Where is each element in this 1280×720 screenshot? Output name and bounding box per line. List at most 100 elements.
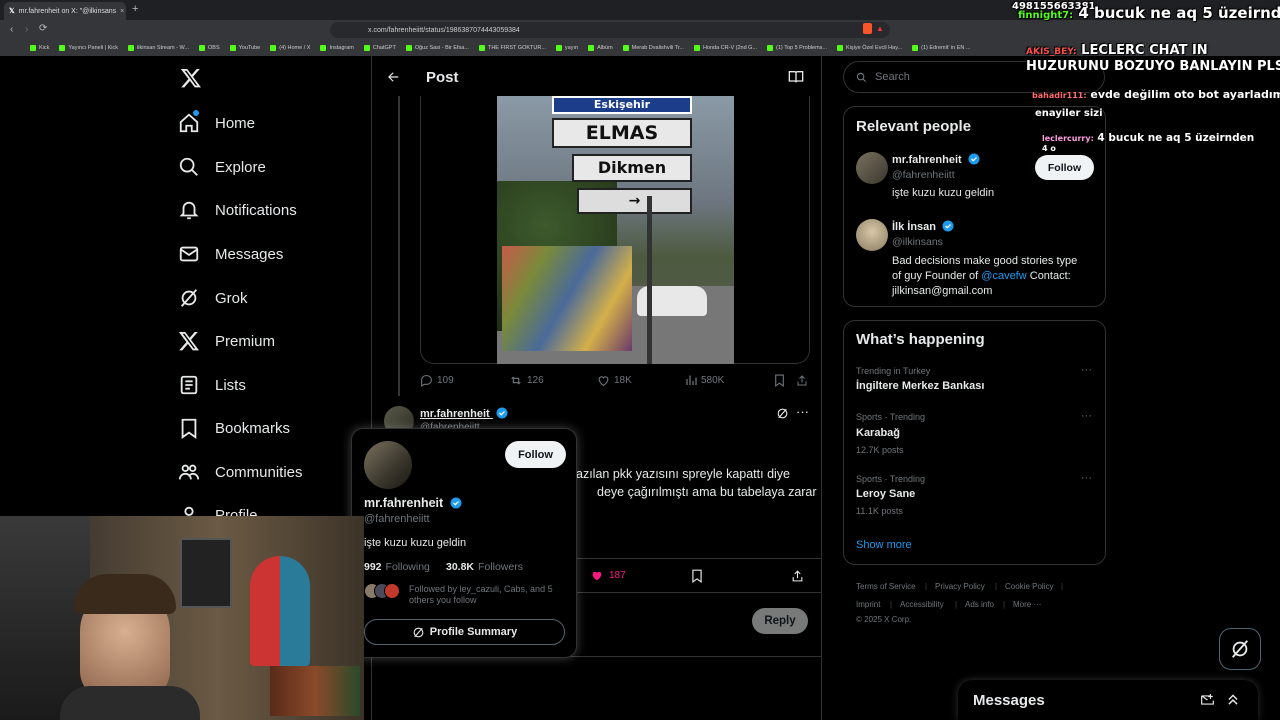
relevant-people-title: Relevant people: [856, 118, 972, 135]
nav-item-bookmarks[interactable]: Bookmarks: [178, 413, 290, 443]
nav-item-messages[interactable]: Messages: [178, 239, 283, 269]
reply-bookmark-icon[interactable]: [691, 569, 703, 583]
footer-link[interactable]: More ···: [1013, 600, 1041, 609]
reload-icon[interactable]: ⟳: [39, 23, 47, 34]
bio-text: of guy Founder of: [892, 270, 982, 282]
rewards-icon[interactable]: ▲: [876, 24, 884, 33]
bookmark-item[interactable]: (1) Top 5 Problems...: [767, 45, 827, 51]
following-stat[interactable]: 992 Following: [364, 561, 430, 573]
followers-stat[interactable]: 30.8K Followers: [446, 561, 523, 573]
bio-email: jilkinsan@gmail.com: [892, 285, 993, 297]
trend-more-icon[interactable]: ···: [1081, 472, 1092, 484]
footer-link[interactable]: Ads info: [965, 600, 994, 609]
grok-fab-button[interactable]: [1219, 628, 1261, 670]
bookmark-item[interactable]: Honda CR-V (2nd G...: [693, 45, 757, 51]
trend-more-icon[interactable]: ···: [1081, 364, 1092, 376]
followed-by-text[interactable]: Followed by ley_cazuli, Cabs, and 5 othe…: [409, 584, 569, 606]
like-count[interactable]: 18K: [597, 374, 632, 387]
nav-item-grok[interactable]: Grok: [178, 283, 248, 313]
person-handle[interactable]: @ilkinsans: [892, 236, 943, 248]
grok-explain-icon[interactable]: [776, 407, 789, 420]
bookmark-item[interactable]: yayın: [555, 45, 578, 51]
bookmark-item[interactable]: Kişiye Özel Evcil Hay...: [837, 45, 902, 51]
bookmark-item[interactable]: Albüm: [588, 45, 613, 51]
nav-item-label: Lists: [215, 376, 246, 394]
hovercard-name[interactable]: mr.fahrenheit: [364, 496, 462, 510]
profile-summary-button[interactable]: Profile Summary: [364, 619, 565, 645]
footer-link[interactable]: Terms of Service: [856, 582, 916, 591]
bookmark-icon: [181, 418, 197, 439]
new-message-icon[interactable]: [1200, 693, 1215, 707]
bookmark-item[interactable]: Instagram: [320, 45, 354, 51]
bookmark-label: Instagram: [329, 45, 354, 51]
trend-context: Sports · Trending: [856, 474, 926, 484]
expand-icon[interactable]: [1226, 692, 1240, 707]
footer-link[interactable]: Privacy Policy: [935, 582, 985, 591]
reply-share-icon[interactable]: [791, 569, 804, 583]
bookmark-item[interactable]: Kick: [30, 45, 49, 51]
reader-view-icon[interactable]: [788, 70, 804, 84]
footer-link[interactable]: Accessibility: [900, 600, 944, 609]
nav-item-home[interactable]: Home: [178, 108, 255, 138]
bookmark-favicon-icon: [693, 45, 700, 51]
reply-like-count[interactable]: 187: [590, 569, 626, 582]
hovercard-avatar[interactable]: [364, 441, 412, 489]
bookmark-item[interactable]: (1) Edremit' in EN ...: [912, 45, 970, 51]
trend-more-icon[interactable]: ···: [1081, 410, 1092, 422]
bookmark-item[interactable]: Oğuz Sasi - Bir Efsa...: [405, 45, 469, 51]
bookmark-item[interactable]: THE FIRST GOKTUR...: [478, 45, 546, 51]
nav-item-lists[interactable]: Lists: [178, 370, 246, 400]
bookmark-item[interactable]: ChatGPT: [363, 45, 396, 51]
forward-icon[interactable]: ›: [25, 24, 28, 35]
view-count[interactable]: 580K: [685, 374, 724, 386]
footer-link[interactable]: Cookie Policy: [1005, 582, 1053, 591]
bookmark-item[interactable]: Merab Dvalishvili Tr...: [622, 45, 684, 51]
show-more-link[interactable]: Show more: [856, 539, 912, 551]
trend-name: Karabağ: [856, 427, 901, 439]
chat-username: leclercurry:: [1042, 134, 1094, 143]
x-logo-icon[interactable]: [180, 67, 202, 89]
bookmark-favicon-icon: [229, 45, 236, 51]
person-name[interactable]: İlk İnsan: [892, 220, 954, 233]
url-field[interactable]: x.com/fahrenheiitt/status/19863870744430…: [330, 22, 890, 38]
brave-shield-icon[interactable]: [863, 23, 872, 34]
verified-badge-icon: [496, 407, 508, 419]
bookmark-item[interactable]: YouTube: [229, 45, 261, 51]
bookmark-icon[interactable]: [774, 374, 785, 387]
browser-tab[interactable]: 𝕏 mr.fahrenheit on X: "@ilkinsans ×: [4, 2, 126, 20]
nav-item-explore[interactable]: Explore: [178, 152, 266, 182]
repost-count[interactable]: 126: [509, 374, 544, 387]
back-arrow-icon[interactable]: [386, 70, 400, 84]
person-name[interactable]: mr.fahrenheit: [892, 153, 980, 166]
whats-happening-title: What’s happening: [856, 331, 985, 348]
bookmark-label: (1) Edremit' in EN ...: [921, 45, 971, 51]
person-handle[interactable]: @fahrenheiitt: [892, 169, 955, 181]
x-icon: [178, 332, 199, 351]
follow-button[interactable]: Follow: [1035, 155, 1094, 180]
reply-count[interactable]: 109: [420, 374, 454, 387]
hovercard-handle[interactable]: @fahrenheiitt: [364, 513, 430, 525]
nav-item-premium[interactable]: Premium: [178, 326, 275, 356]
bio-link[interactable]: @cavefw: [981, 270, 1026, 282]
new-tab-button[interactable]: +: [132, 3, 138, 15]
bookmark-item[interactable]: (4) Home / X: [270, 45, 310, 51]
bookmark-label: YouTube: [238, 45, 261, 51]
follow-button[interactable]: Follow: [505, 441, 566, 468]
footer-link[interactable]: Imprint: [856, 600, 880, 609]
person-avatar[interactable]: [856, 219, 888, 251]
post-image[interactable]: Eskişehir ELMAS Dikmen →: [497, 96, 734, 364]
bookmark-item[interactable]: Yayıncı Paneli | Kick: [59, 45, 118, 51]
bookmark-item[interactable]: ilkinsan Stream - W...: [128, 45, 189, 51]
back-icon[interactable]: ‹: [10, 24, 13, 35]
tab-close-button[interactable]: ×: [120, 8, 124, 15]
person-avatar[interactable]: [856, 152, 888, 184]
more-options-icon[interactable]: ···: [796, 404, 809, 419]
reply-button[interactable]: Reply: [752, 608, 808, 634]
bookmark-item[interactable]: OBS: [199, 45, 220, 51]
trend-count: 12.7K posts: [856, 445, 904, 455]
messages-drawer[interactable]: Messages: [958, 680, 1258, 720]
reply-author-name[interactable]: mr.fahrenheit: [420, 407, 508, 420]
nav-item-communities[interactable]: Communities: [178, 457, 303, 487]
nav-item-notifications[interactable]: Notifications: [178, 195, 297, 225]
share-icon[interactable]: [796, 374, 808, 387]
